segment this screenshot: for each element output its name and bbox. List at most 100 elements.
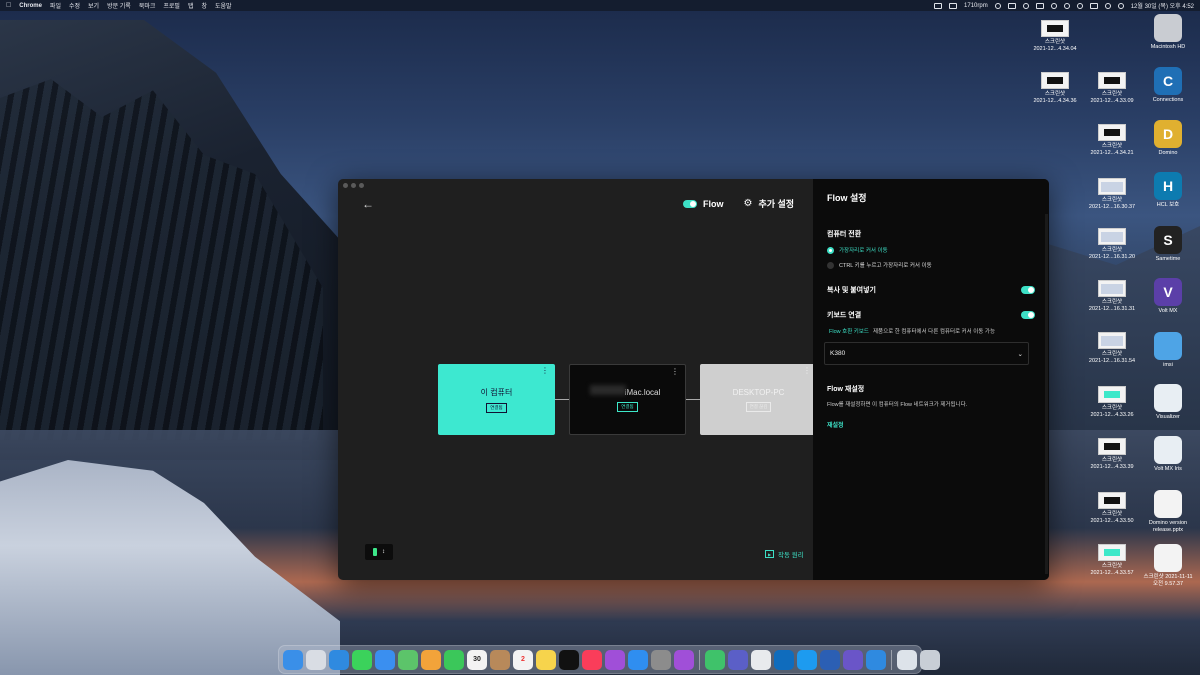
desktop-app[interactable]: Volt MX Iris [1138, 436, 1198, 473]
dock-outlook-icon[interactable] [774, 649, 794, 670]
screen-icon[interactable] [934, 2, 943, 9]
desktop-file[interactable]: 스크린샷 2021-12...4.34.21 [1082, 124, 1142, 157]
desktop-file[interactable]: 스크린샷 2021-12...16.31.20 [1082, 228, 1142, 261]
desktop-app[interactable]: Macintosh HD [1138, 14, 1198, 51]
dock-teams-icon[interactable] [728, 649, 748, 670]
desktop-file[interactable]: 스크린샷 2021-12...16.31.54 [1082, 332, 1142, 365]
desktop-app[interactable]: V Volt MX [1138, 278, 1198, 315]
desktop-app[interactable]: Domino version release.pptx [1138, 490, 1198, 534]
dock-messages-icon[interactable] [352, 649, 372, 670]
menu-bookmarks[interactable]: 북마크 [139, 1, 156, 10]
dock-tv-icon[interactable] [559, 649, 579, 670]
dock-podcasts-icon[interactable] [605, 649, 625, 670]
panel-scrollbar[interactable] [1045, 214, 1048, 574]
dock-hcl-icon[interactable] [843, 649, 863, 670]
dock-mail-icon[interactable] [375, 649, 395, 670]
dock-feedback-icon[interactable] [674, 649, 694, 670]
minimize-icon[interactable] [351, 183, 356, 188]
display-icon[interactable] [1007, 2, 1016, 9]
dock-finder-icon[interactable] [283, 649, 303, 670]
menu-view[interactable]: 보기 [88, 1, 99, 10]
menu-history[interactable]: 방문 기록 [107, 1, 131, 10]
more-options-icon[interactable]: ⋮ [671, 368, 679, 376]
more-options-icon[interactable]: ⋮ [541, 367, 549, 375]
menu-app-name[interactable]: Chrome [19, 3, 42, 9]
cloud-icon[interactable] [994, 2, 1001, 9]
desktop-app[interactable]: 스크린샷 2021-11-11 오전 9.57.37 [1138, 544, 1198, 588]
dock-photos-icon[interactable] [421, 649, 441, 670]
fan-icon[interactable] [949, 2, 958, 9]
desktop-file[interactable]: 스크린샷 2021-12...4.33.50 [1082, 492, 1142, 525]
desktop-file[interactable]: 스크린샷 2021-12...4.34.04 [1025, 20, 1085, 53]
control-center-icon[interactable] [1089, 2, 1098, 9]
desktop-app[interactable]: D Domino [1138, 120, 1198, 157]
desktop-app[interactable]: Visualizer [1138, 384, 1198, 421]
dock-documents-icon[interactable] [897, 649, 917, 670]
menu-tab[interactable]: 탭 [188, 1, 194, 10]
desktop-file[interactable]: 스크린샷 2021-12...16.31.31 [1082, 280, 1142, 313]
computer-card-this[interactable]: ⋮ 이 컴퓨터 연결됨 [438, 364, 555, 435]
dock-reminders-icon[interactable]: 2 [513, 649, 533, 670]
keyboard-compat-link[interactable]: Flow 호환 키보드 [829, 329, 869, 335]
search-icon[interactable] [1104, 2, 1111, 9]
desktop-file[interactable]: 스크린샷 2021-12...16.30.37 [1082, 178, 1142, 211]
copy-paste-toggle[interactable] [1021, 286, 1035, 294]
desktop-file[interactable]: 스크린샷 2021-12...4.33.26 [1082, 386, 1142, 419]
close-icon[interactable] [343, 183, 348, 188]
dock-launchpad-icon[interactable] [306, 649, 326, 670]
status-icon[interactable] [1022, 2, 1029, 9]
keyboard-link-toggle[interactable] [1021, 311, 1035, 319]
dock-app-store-icon[interactable] [628, 649, 648, 670]
dock-contacts-icon[interactable] [490, 649, 510, 670]
desktop-file[interactable]: 스크린샷 2021-12...4.34.36 [1025, 72, 1085, 105]
desktop-app[interactable]: S Sametime [1138, 226, 1198, 263]
apple-menu-icon[interactable]:  [6, 2, 11, 9]
clock[interactable]: 12월 30일 (목) 오후 4:52 [1131, 1, 1194, 10]
dock-calendar-icon[interactable]: 30 [467, 649, 487, 670]
desktop-file[interactable]: 스크린샷 2021-12...4.33.57 [1082, 544, 1142, 577]
radio-selected[interactable] [827, 246, 834, 254]
menu-edit[interactable]: 수정 [69, 1, 80, 10]
desktop-file[interactable]: 스크린샷 2021-12...4.33.39 [1082, 438, 1142, 471]
dock-facetime-icon[interactable] [444, 649, 464, 670]
radio-unselected[interactable] [827, 261, 834, 269]
desktop-file[interactable]: 스크린샷 2021-12...4.33.09 [1082, 72, 1142, 105]
dock-notes-icon[interactable] [536, 649, 556, 670]
dock-safari2-icon[interactable] [866, 649, 886, 670]
dock-system-preferences-icon[interactable] [651, 649, 671, 670]
more-options-icon[interactable]: ⋮ [803, 367, 811, 375]
battery-icon[interactable] [1035, 2, 1044, 9]
dock-maps-icon[interactable] [398, 649, 418, 670]
how-it-works-link[interactable]: ▶ 작동 원리 [765, 549, 804, 559]
computer-card-imac[interactable]: ⋮ iMac.local 연결됨 [569, 364, 686, 435]
dock-trash-icon[interactable] [920, 649, 940, 670]
fan-rpm[interactable]: 1710rpm [964, 3, 988, 9]
flow-toggle[interactable] [683, 199, 697, 208]
radio-edge-option[interactable]: 가장자리로 커서 이동 [827, 246, 1035, 254]
radio-ctrl-option[interactable]: CTRL 키를 누르고 가장자리로 커서 이동 [827, 261, 1035, 269]
wifi-icon[interactable] [1076, 2, 1083, 9]
computer-card-desktop-pc[interactable]: ⋮ DESKTOP-PC 연결 끊김 [700, 364, 817, 435]
desktop-app[interactable]: imsi [1138, 332, 1198, 369]
menu-file[interactable]: 파일 [50, 1, 61, 10]
volume-icon[interactable] [1050, 2, 1057, 9]
menu-window[interactable]: 창 [201, 1, 207, 10]
menu-profile[interactable]: 프로필 [163, 1, 180, 10]
menu-help[interactable]: 도움말 [215, 1, 232, 10]
device-battery-indicator[interactable]: ↕ [365, 544, 393, 560]
siri-icon[interactable] [1117, 2, 1124, 9]
more-settings-button[interactable]: ⚙ 추가 설정 [744, 197, 795, 210]
back-arrow-icon[interactable]: ← [362, 197, 374, 211]
bluetooth-icon[interactable] [1063, 2, 1070, 9]
desktop-app[interactable]: C Connections [1138, 67, 1198, 104]
dock-connections-icon[interactable] [705, 649, 725, 670]
dock-safari-icon[interactable] [329, 649, 349, 670]
dock-music-icon[interactable] [582, 649, 602, 670]
dock-word-icon[interactable] [820, 649, 840, 670]
zoom-icon[interactable] [359, 183, 364, 188]
reset-button[interactable]: 재설정 [827, 420, 1035, 429]
keyboard-select[interactable]: K380 ⌄ [824, 342, 1029, 365]
desktop-app[interactable]: H HCL 보호 [1138, 172, 1198, 209]
dock-chrome-icon[interactable] [751, 649, 771, 670]
dock-twitter-icon[interactable] [797, 649, 817, 670]
